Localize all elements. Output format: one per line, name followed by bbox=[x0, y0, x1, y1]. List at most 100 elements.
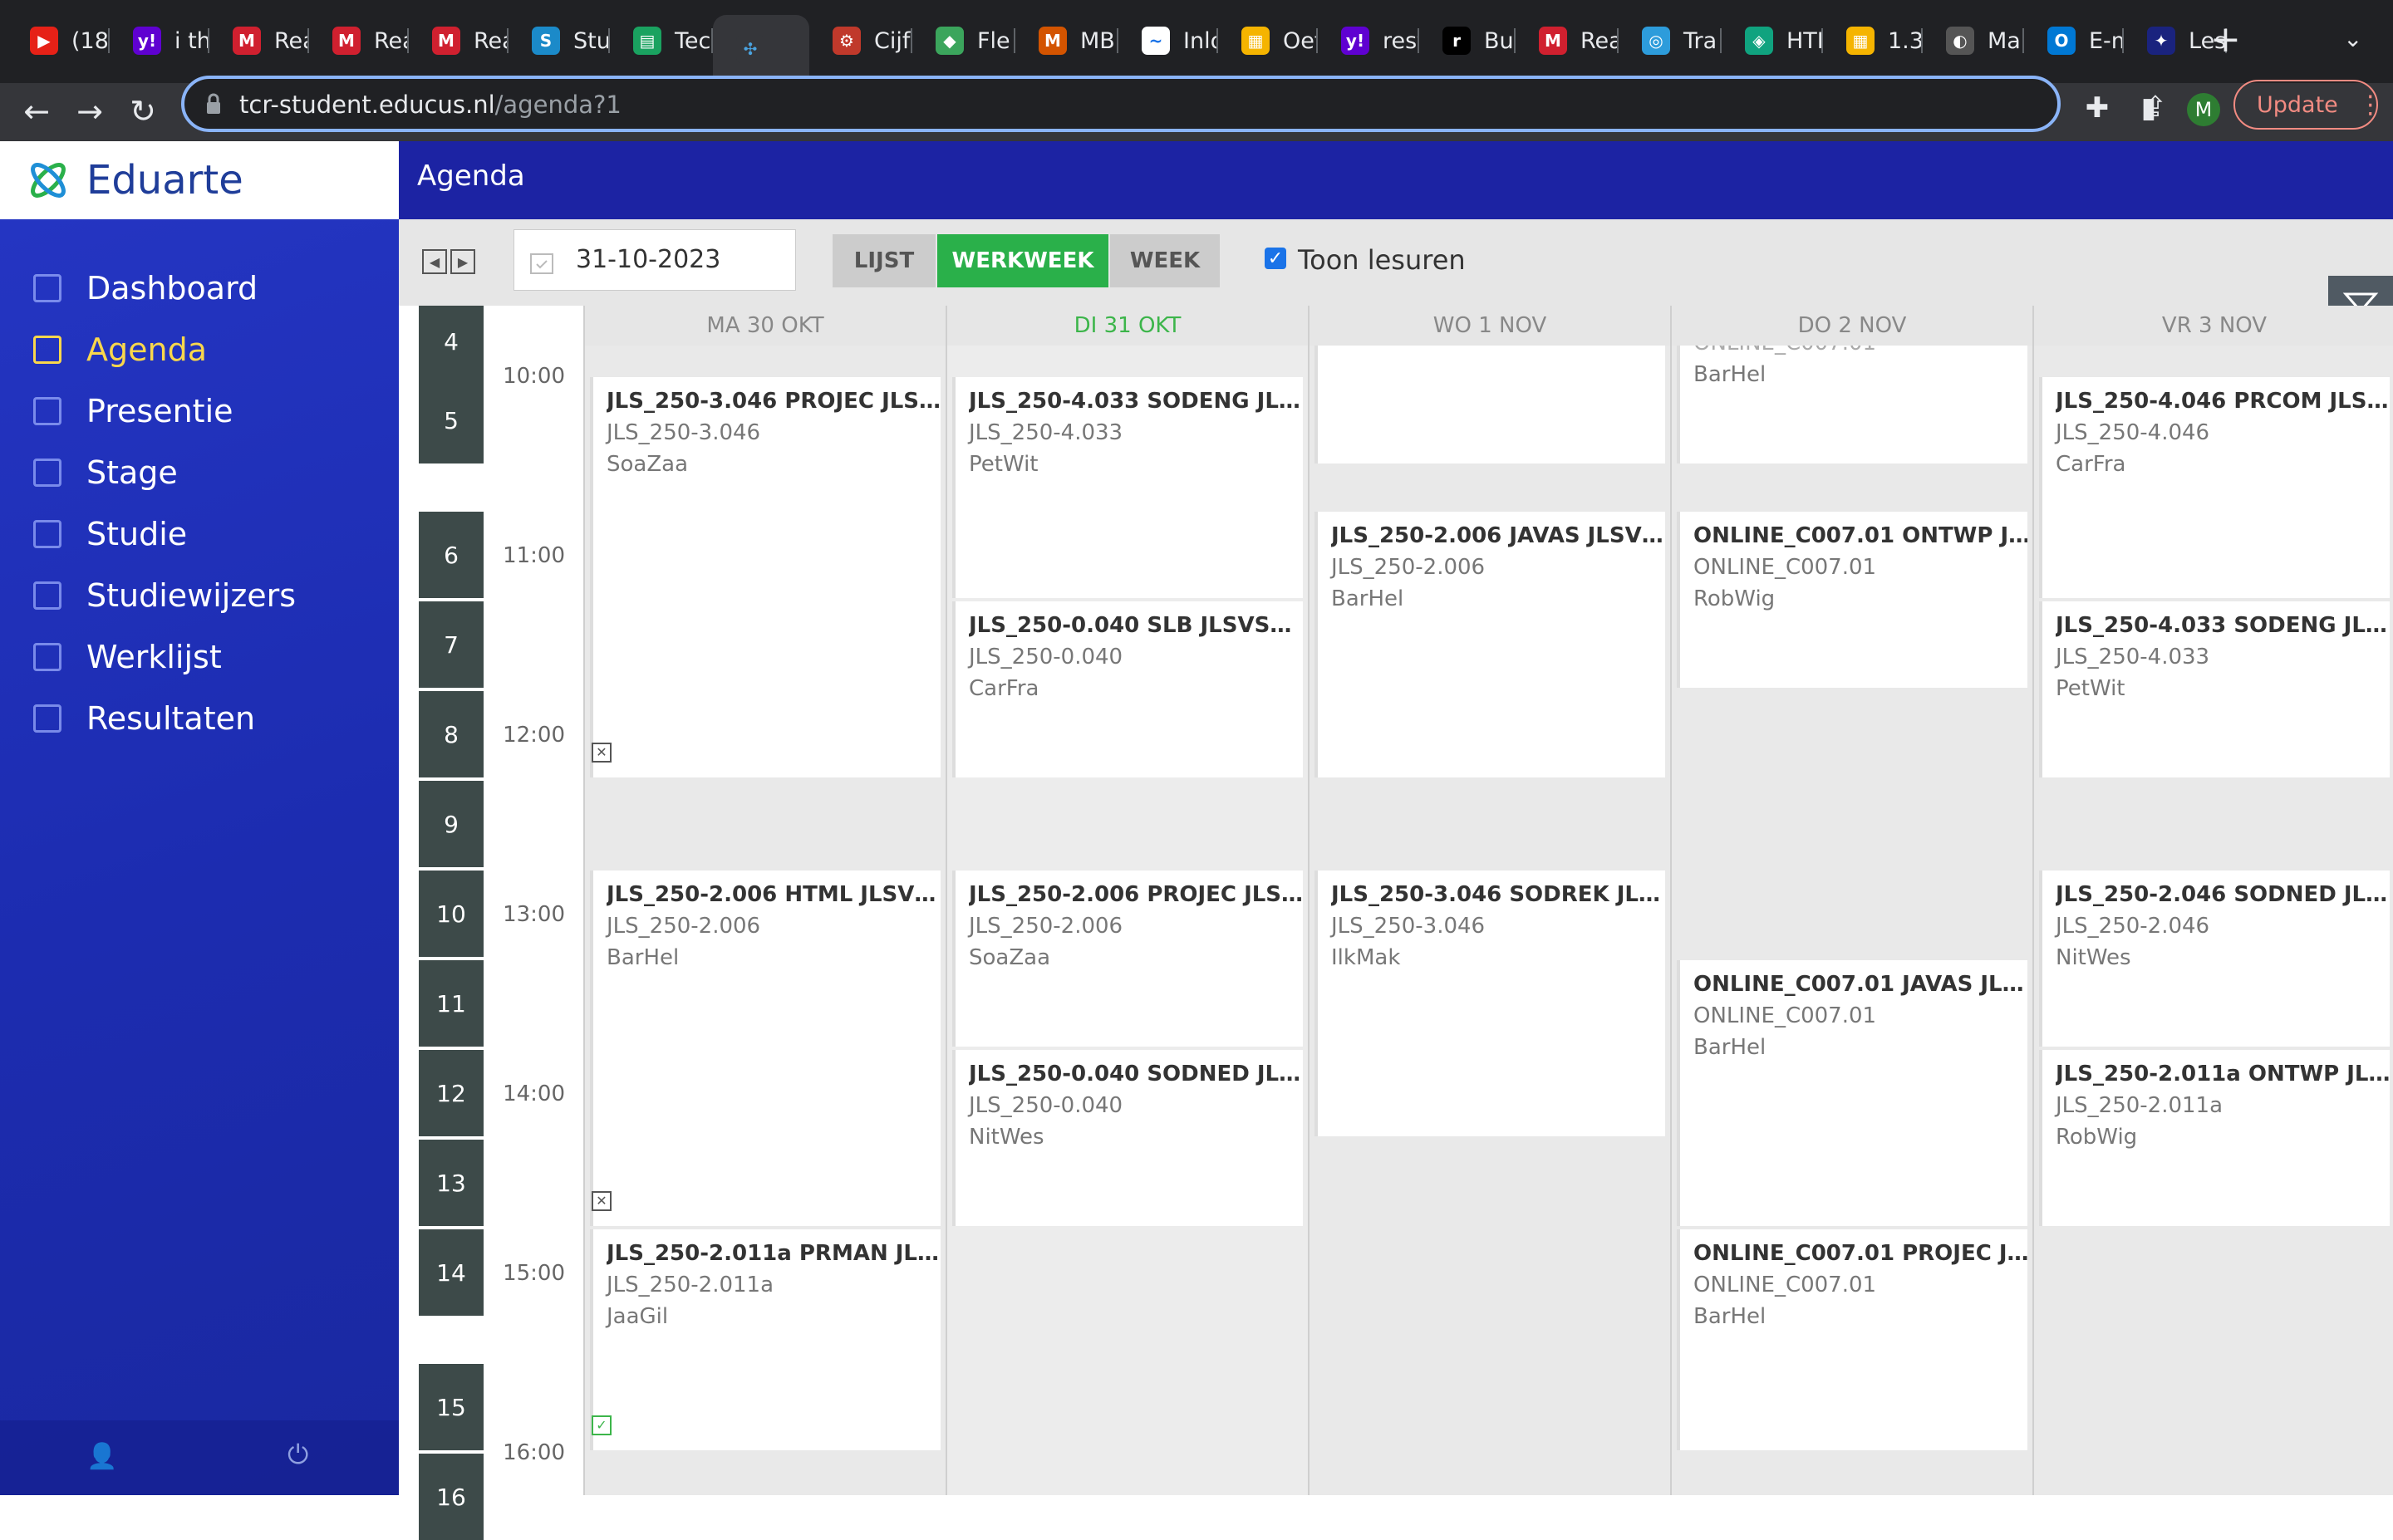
calendar-event[interactable]: JLS_250-0.040 SLB JLSVSOD1B JLS_250-0.040… bbox=[952, 601, 1303, 777]
calendar-event[interactable]: ONLINE_C007.01 PROJEC JLSV... ONLINE_C007… bbox=[1677, 1229, 2027, 1450]
lesuur-badge: 15 bbox=[419, 1364, 484, 1450]
browser-tab[interactable]: M Rea bbox=[1516, 15, 1619, 66]
browser-tab[interactable]: M Rea bbox=[209, 15, 309, 66]
home-icon bbox=[33, 274, 61, 302]
calendar-event[interactable]: JLS_250-2.011a PRMAN JLSVSO... JLS_250-2.… bbox=[590, 1229, 941, 1450]
browser-tab[interactable]: ◐ Mar bbox=[1923, 15, 2024, 66]
tab-favicon-icon: ▦ bbox=[1241, 27, 1270, 55]
time-label: 11:00 bbox=[503, 543, 565, 568]
prev-panel-icon[interactable]: ◀ bbox=[422, 249, 447, 274]
browser-tab[interactable]: ▤ Tec bbox=[610, 15, 713, 66]
calendar-event[interactable]: JLS_250-3.046 PROJEC JLSVSO... JLS_250-3.… bbox=[590, 377, 941, 777]
logo[interactable]: Eduarte bbox=[0, 141, 399, 219]
sidebar-item-studie[interactable]: Studie bbox=[33, 513, 187, 555]
tab-favicon-icon: M bbox=[233, 27, 261, 55]
kebab-menu-icon[interactable]: ⋮ bbox=[2358, 91, 2383, 120]
lesuur-badge: 6 bbox=[419, 512, 484, 598]
browser-tab[interactable]: O E-m bbox=[2024, 15, 2124, 66]
calendar-event[interactable] bbox=[1314, 346, 1665, 463]
address-bar[interactable]: tcr-student.educus.nl/agenda?1 ⇪ ☆ bbox=[181, 76, 2221, 132]
calendar-event[interactable]: JLS_250-4.033 SODENG JLSVSO... JLS_250-4.… bbox=[952, 377, 1303, 598]
event-room: JLS_250-4.046 bbox=[2056, 420, 2210, 445]
column-divider bbox=[2032, 306, 2034, 1495]
browser-tab[interactable]: r Buy bbox=[1419, 15, 1516, 66]
time-label: 12:00 bbox=[503, 723, 565, 748]
browser-tab[interactable]: M MBI bbox=[1015, 15, 1118, 66]
browser-tab[interactable]: ◈ HTI bbox=[1722, 15, 1823, 66]
sidebar-item-studiewijzers[interactable]: Studiewijzers bbox=[33, 575, 296, 616]
lesuur-badge: 4 bbox=[419, 306, 484, 377]
date-value: 31-10-2023 bbox=[576, 245, 721, 274]
power-icon[interactable]: ⏻ bbox=[287, 1439, 308, 1471]
view-lijst-button[interactable]: LIJST bbox=[833, 234, 936, 287]
tab-favicon-icon: ◎ bbox=[1642, 27, 1670, 55]
calendar-event[interactable]: JLS_250-2.006 JAVAS JLSVSOD1B JLS_250-2.0… bbox=[1314, 512, 1665, 777]
browser-tab[interactable]: S Stu bbox=[509, 15, 610, 66]
sidebar-item-label: Presentie bbox=[86, 393, 233, 429]
browser-tab[interactable]: ▦ 1.3 bbox=[1823, 15, 1923, 66]
browser-tab[interactable]: ▶ (18 bbox=[7, 15, 110, 66]
day-header: DO 2 NOV bbox=[1672, 306, 2032, 346]
sidebar-item-label: Werklijst bbox=[86, 639, 222, 675]
new-tab-icon[interactable]: + bbox=[2210, 18, 2241, 61]
browser-tab[interactable]: ⚙ Cijf bbox=[809, 15, 912, 66]
next-panel-icon[interactable]: ▶ bbox=[450, 249, 475, 274]
browser-tab[interactable]: ▦ Oef bbox=[1218, 15, 1318, 66]
browser-tab[interactable]: ~ Inlo bbox=[1118, 15, 1218, 66]
calendar-event[interactable]: ONLINE_C007.01 ONTWP JLSV... ONLINE_C007.… bbox=[1677, 512, 2027, 688]
event-room: JLS_250-2.011a bbox=[2056, 1093, 2223, 1118]
sidebar-item-resultaten[interactable]: Resultaten bbox=[33, 698, 255, 739]
browser-tab[interactable]: M Rea bbox=[409, 15, 509, 66]
calendar-event[interactable]: JLS_250-2.006 PROJEC JLSVSO... JLS_250-2.… bbox=[952, 871, 1303, 1047]
sidebar-item-dashboard[interactable]: Dashboard bbox=[33, 267, 258, 309]
tab-list-chevron-icon[interactable]: ⌄ bbox=[2343, 25, 2362, 52]
tab-favicon-icon: M bbox=[1539, 27, 1567, 55]
column-divider bbox=[1670, 306, 1672, 1495]
event-title: ONLINE_C007.01 PROJEC JLSV... bbox=[1693, 1241, 2027, 1266]
view-week-button[interactable]: WEEK bbox=[1110, 234, 1220, 287]
event-room: BarHel bbox=[1693, 362, 1766, 387]
sidebar-item-stage[interactable]: Stage bbox=[33, 452, 178, 493]
user-icon[interactable]: 👤 bbox=[86, 1442, 117, 1471]
profile-avatar[interactable]: M bbox=[2187, 93, 2220, 126]
event-title: JLS_250-2.006 HTML JLSVSOD1B bbox=[607, 882, 941, 907]
forward-icon[interactable]: → bbox=[65, 86, 115, 136]
event-teacher: BarHel bbox=[1693, 1304, 1766, 1329]
date-field[interactable]: 31-10-2023 bbox=[513, 229, 796, 291]
calendar-event[interactable]: JLS_250-4.033 SODENG JLSVSO... JLS_250-4.… bbox=[2039, 601, 2390, 777]
browser-tab[interactable]: M Rea bbox=[309, 15, 409, 66]
sidebar-item-agenda[interactable]: Agenda bbox=[33, 329, 207, 370]
calendar-event[interactable]: JLS_250-2.046 SODNED JLSVSO... JLS_250-2.… bbox=[2039, 871, 2390, 1047]
event-teacher: PetWit bbox=[2056, 676, 2125, 701]
event-teacher: SoaZaa bbox=[969, 945, 1051, 970]
calendar-event[interactable]: ONLINE_C007.01 JAVAS JLSVSO... ONLINE_C00… bbox=[1677, 960, 2027, 1226]
event-teacher: NitWes bbox=[969, 1125, 1044, 1150]
tab-title: Fle bbox=[977, 27, 1010, 54]
update-button[interactable]: Update ⋮ bbox=[2233, 80, 2383, 130]
calendar-event[interactable]: JLS_250-3.046 SODREK JLSVSO... JLS_250-3.… bbox=[1314, 871, 1665, 1136]
side-panel-icon[interactable]: ▮ bbox=[2124, 83, 2174, 133]
back-icon[interactable]: ← bbox=[12, 86, 61, 136]
browser-tab[interactable]: y! rest bbox=[1318, 15, 1419, 66]
calendar-event[interactable]: JLS_250-4.046 PRCOM JLSVSO... JLS_250-4.0… bbox=[2039, 377, 2390, 598]
toon-lesuren-checkbox[interactable]: ✓ bbox=[1265, 248, 1286, 269]
browser-tab[interactable]: ◆ Fle bbox=[912, 15, 1015, 66]
calendar-event[interactable]: JLS_250-2.011a ONTWP JLSVS... JLS_250-2.0… bbox=[2039, 1050, 2390, 1226]
sidebar-item-werklijst[interactable]: Werklijst bbox=[33, 636, 222, 678]
calendar-event[interactable]: JLS_250-0.040 SODNED JLSVSO... JLS_250-0.… bbox=[952, 1050, 1303, 1226]
browser-tab[interactable]: y! i th bbox=[110, 15, 209, 66]
view-werkweek-button[interactable]: WERKWEEK bbox=[937, 234, 1108, 287]
calendar-event[interactable]: ONLINE_C007.01 BarHel bbox=[1677, 346, 2027, 463]
sidebar-item-label: Stage bbox=[86, 454, 178, 491]
browser-tab[interactable]: ◎ Tra bbox=[1619, 15, 1722, 66]
check-calendar-icon bbox=[33, 397, 61, 425]
calendar-event[interactable]: JLS_250-2.006 HTML JLSVSOD1B JLS_250-2.00… bbox=[590, 871, 941, 1226]
reload-icon[interactable]: ↻ bbox=[118, 86, 168, 136]
tab-title: Rea bbox=[374, 27, 409, 54]
collapse-toggle[interactable]: ◀ ▶ bbox=[422, 249, 475, 274]
sidebar-item-presentie[interactable]: Presentie bbox=[33, 390, 233, 432]
tab-favicon-icon: r bbox=[1442, 27, 1471, 55]
event-title: JLS_250-0.040 SLB JLSVSOD1B bbox=[969, 613, 1303, 638]
browser-tab[interactable]: ✣✕ bbox=[713, 15, 809, 83]
extensions-icon[interactable]: ✚ bbox=[2072, 83, 2122, 133]
